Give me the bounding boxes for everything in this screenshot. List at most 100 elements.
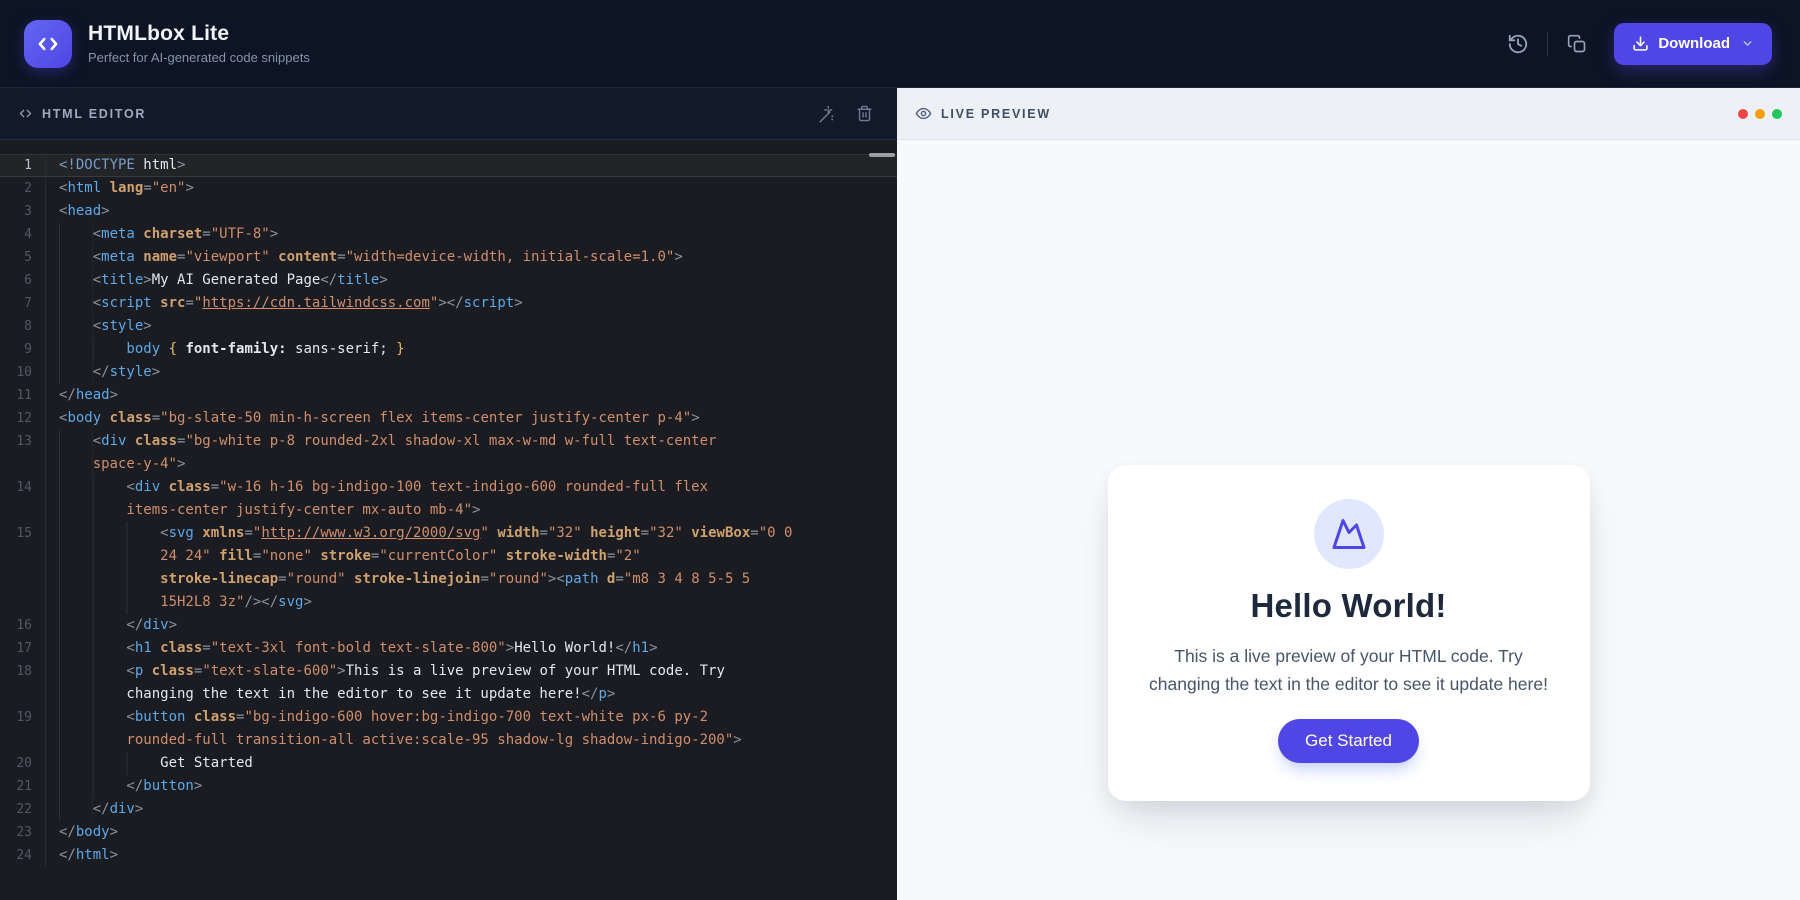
- code-line: 22</div>: [0, 798, 897, 821]
- code-text: <div class="w-16 h-16 bg-indigo-100 text…: [46, 476, 708, 499]
- line-number: 18: [0, 660, 46, 683]
- editor-scrollbar-thumb[interactable]: [869, 153, 895, 157]
- indent-guides: [59, 637, 126, 660]
- code-text: space-y-4">: [46, 453, 185, 476]
- code-line: 8<style>: [0, 315, 897, 338]
- indent-guides: [59, 660, 126, 683]
- code-text: changing the text in the editor to see i…: [46, 683, 615, 706]
- app-window: HTMLbox Lite Perfect for AI-generated co…: [0, 0, 1800, 900]
- code-line: 10</style>: [0, 361, 897, 384]
- code-lines: 1<!DOCTYPE html>2<html lang="en">3<head>…: [0, 154, 897, 867]
- preview-heading: Hello World!: [1140, 587, 1558, 625]
- code-text: </html>: [46, 844, 118, 867]
- eye-icon: [915, 105, 932, 122]
- code-text: <meta name="viewport" content="width=dev…: [46, 246, 683, 269]
- preview-viewport: Hello World! This is a live preview of y…: [897, 140, 1800, 900]
- code-line: space-y-4">: [0, 453, 897, 476]
- line-number: [0, 545, 46, 568]
- code-text: <script src="https://cdn.tailwindcss.com…: [46, 292, 523, 315]
- code-text: </head>: [46, 384, 118, 407]
- indent-guides: [59, 499, 126, 522]
- code-line: 7<script src="https://cdn.tailwindcss.co…: [0, 292, 897, 315]
- line-number: 15: [0, 522, 46, 545]
- code-text: </style>: [46, 361, 160, 384]
- red-dot: [1738, 109, 1748, 119]
- paragraph-line-2: changing the text in the editor to see i…: [1149, 674, 1548, 694]
- code-text: <!DOCTYPE html>: [46, 154, 185, 177]
- code-line: 3<head>: [0, 200, 897, 223]
- history-button[interactable]: [1499, 25, 1537, 63]
- editor-panel-title: HTML EDITOR: [42, 107, 146, 121]
- code-text: <body class="bg-slate-50 min-h-screen fl…: [46, 407, 700, 430]
- format-magic-button[interactable]: [811, 99, 841, 129]
- code-line: 24 24" fill="none" stroke="currentColor"…: [0, 545, 897, 568]
- code-line: 11</head>: [0, 384, 897, 407]
- indent-guides: [59, 545, 160, 568]
- line-number: 21: [0, 775, 46, 798]
- code-text: stroke-linecap="round" stroke-linejoin="…: [46, 568, 750, 591]
- code-text: <h1 class="text-3xl font-bold text-slate…: [46, 637, 658, 660]
- indent-guides: [59, 338, 126, 361]
- line-number: [0, 591, 46, 614]
- indent-guides: [59, 522, 160, 545]
- header-divider: [1547, 32, 1548, 56]
- code-text: </button>: [46, 775, 202, 798]
- code-line: 6<title>My AI Generated Page</title>: [0, 269, 897, 292]
- line-number: 7: [0, 292, 46, 315]
- line-number: 9: [0, 338, 46, 361]
- line-number: 4: [0, 223, 46, 246]
- code-text: 15H2L8 3z"/></svg>: [46, 591, 312, 614]
- code-text: </body>: [46, 821, 118, 844]
- download-button[interactable]: Download: [1614, 23, 1772, 65]
- code-text: rounded-full transition-all active:scale…: [46, 729, 742, 752]
- indent-guides: [59, 269, 93, 292]
- code-line: 24</html>: [0, 844, 897, 867]
- code-editor[interactable]: 1<!DOCTYPE html>2<html lang="en">3<head>…: [0, 140, 897, 900]
- indent-guides: [59, 315, 93, 338]
- green-dot: [1772, 109, 1782, 119]
- line-number: 12: [0, 407, 46, 430]
- preview-panel-header: LIVE PREVIEW: [897, 88, 1800, 140]
- code-line: changing the text in the editor to see i…: [0, 683, 897, 706]
- line-number: 17: [0, 637, 46, 660]
- editor-panel-header: HTML EDITOR: [0, 88, 897, 140]
- code-brackets-icon: [18, 106, 33, 121]
- magic-wand-icon: [817, 105, 835, 123]
- line-number: 22: [0, 798, 46, 821]
- code-line: items-center justify-center mx-auto mb-4…: [0, 499, 897, 522]
- line-number: 2: [0, 177, 46, 200]
- code-line: 5<meta name="viewport" content="width=de…: [0, 246, 897, 269]
- line-number: 1: [0, 154, 46, 177]
- code-text: <button class="bg-indigo-600 hover:bg-in…: [46, 706, 708, 729]
- indent-guides: [59, 706, 126, 729]
- code-line: rounded-full transition-all active:scale…: [0, 729, 897, 752]
- indent-guides: [59, 614, 126, 637]
- indent-guides: [59, 223, 93, 246]
- code-text: Get Started: [46, 752, 253, 775]
- clear-code-button[interactable]: [849, 99, 879, 129]
- chevron-down-icon: [1741, 37, 1754, 50]
- indent-guides: [59, 292, 93, 315]
- line-number: 10: [0, 361, 46, 384]
- line-number: 16: [0, 614, 46, 637]
- indent-guides: [59, 798, 93, 821]
- code-line: 9body { font-family: sans-serif; }: [0, 338, 897, 361]
- line-number: 13: [0, 430, 46, 453]
- indent-guides: [59, 361, 93, 384]
- code-text: </div>: [46, 614, 177, 637]
- code-text: <head>: [46, 200, 110, 223]
- line-number: 3: [0, 200, 46, 223]
- code-line: 19<button class="bg-indigo-600 hover:bg-…: [0, 706, 897, 729]
- mountain-icon: [1331, 516, 1367, 552]
- copy-button[interactable]: [1558, 25, 1596, 63]
- traffic-dots: [1738, 109, 1782, 119]
- get-started-button[interactable]: Get Started: [1278, 719, 1419, 763]
- code-text: <title>My AI Generated Page</title>: [46, 269, 388, 292]
- preview-paragraph: This is a live preview of your HTML code…: [1140, 642, 1558, 698]
- line-number: 20: [0, 752, 46, 775]
- paragraph-line-1: This is a live preview of your HTML code…: [1174, 646, 1523, 666]
- indent-guides: [59, 591, 160, 614]
- line-number: 23: [0, 821, 46, 844]
- line-number: 6: [0, 269, 46, 292]
- indent-guides: [59, 729, 126, 752]
